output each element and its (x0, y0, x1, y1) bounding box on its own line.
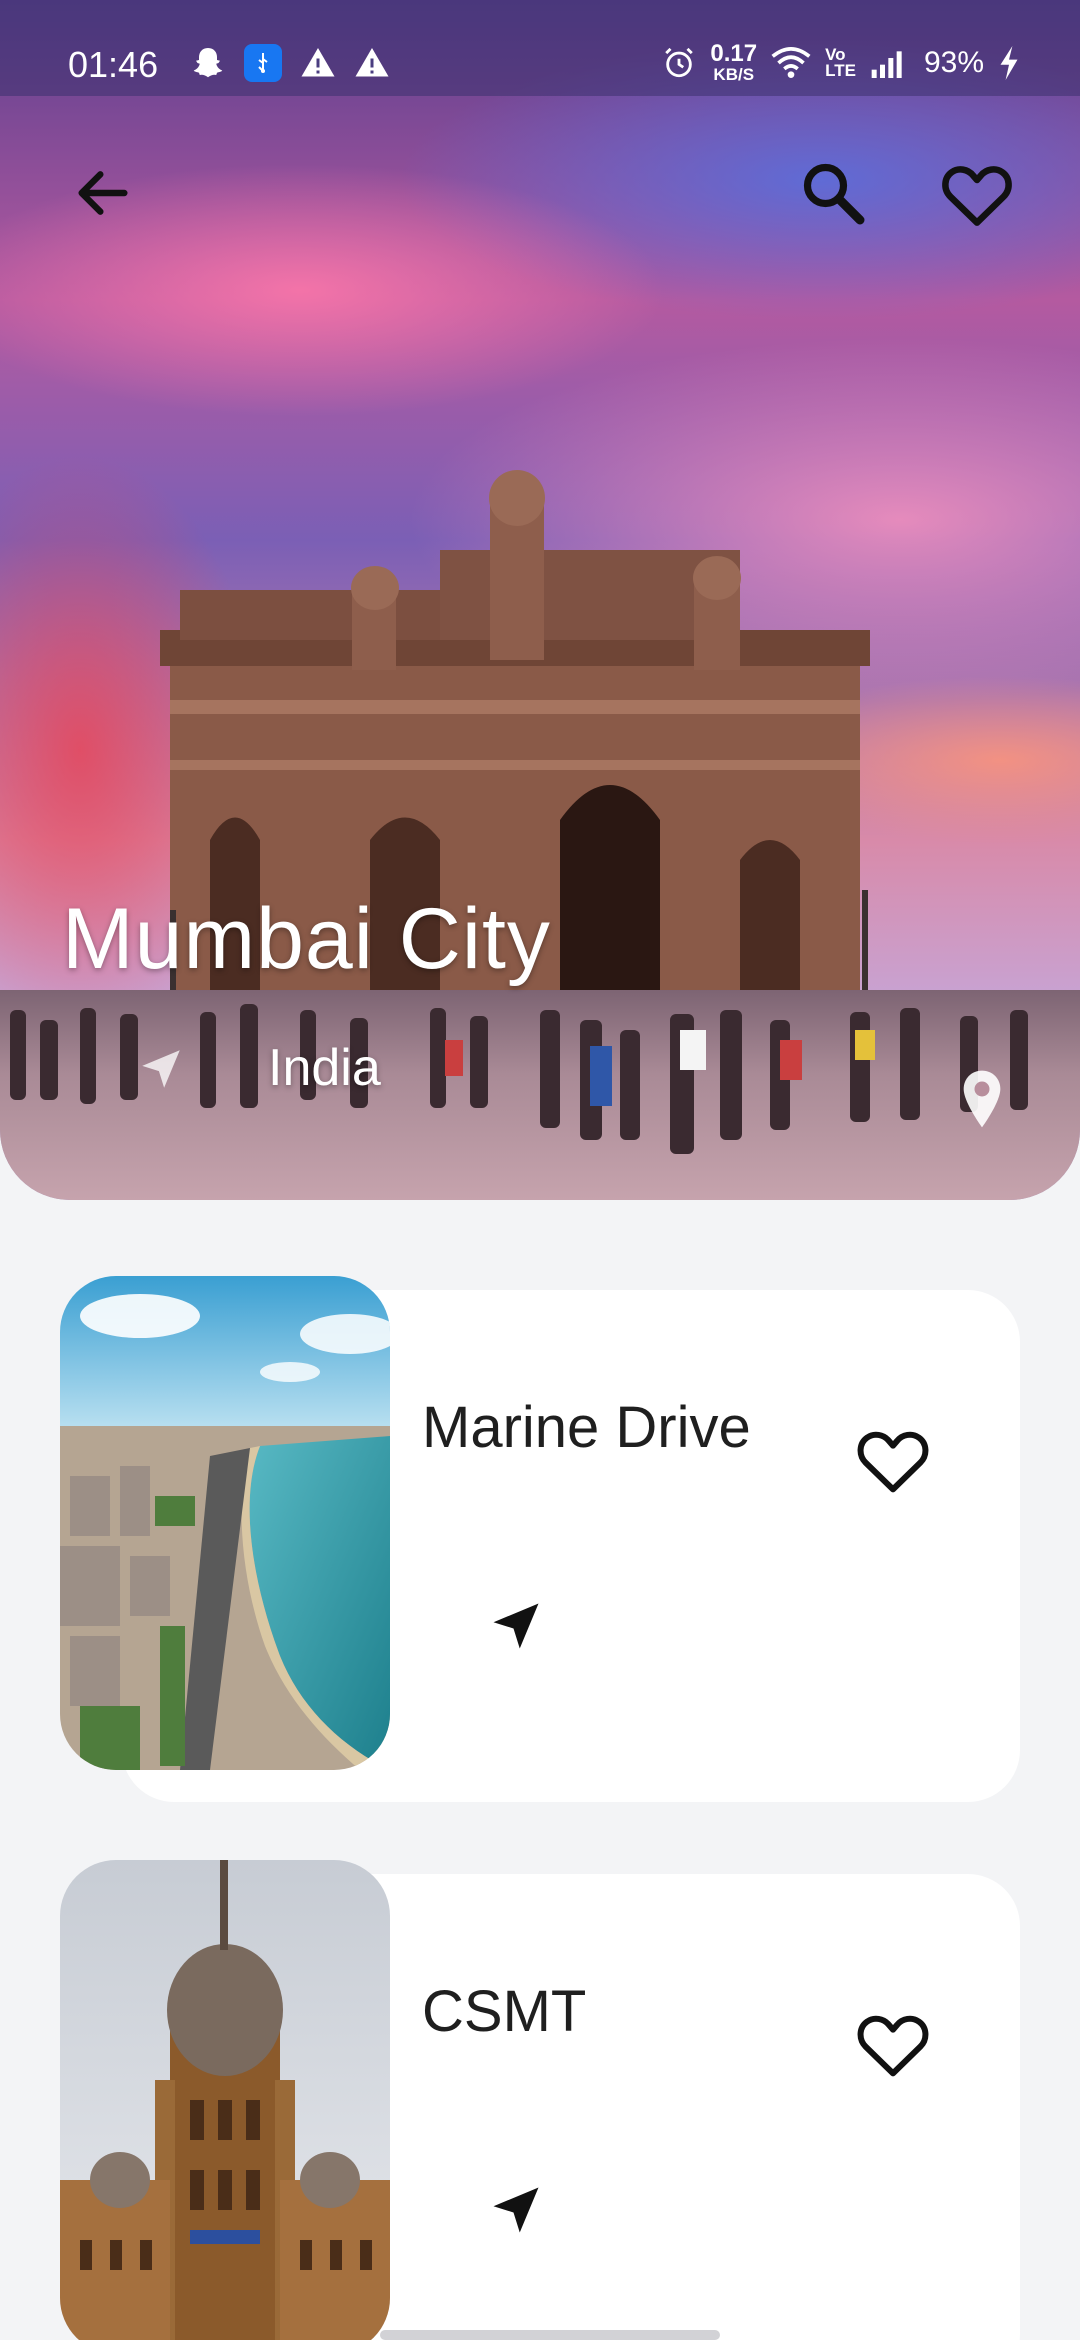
volte-indicator: Vo LTE (825, 46, 856, 80)
hero-banner: Mumbai City India (0, 0, 1080, 1200)
marine-drive-image (60, 1276, 390, 1770)
status-time: 01:46 (68, 44, 159, 85)
wifi-icon (771, 46, 811, 78)
battery-percent: 93% (923, 45, 984, 79)
hero-subtitle: India (268, 1039, 381, 1097)
volte-bottom: LTE (825, 60, 856, 80)
network-speed: 0.17 KB/S (710, 40, 758, 84)
place-card-csmt[interactable]: CSMT (60, 1860, 1020, 2340)
status-indicators: 0.17 KB/S Vo LTE 93% (662, 42, 1020, 83)
arrow-left-icon (78, 171, 128, 215)
warning-icon (301, 48, 335, 77)
navigation-arrow-icon[interactable] (486, 2180, 546, 2240)
scroll-indicator[interactable] (380, 2330, 720, 2340)
usb-icon (244, 44, 282, 82)
heart-icon (857, 2015, 929, 2077)
place-name: Marine Drive (422, 1395, 751, 1460)
place-card-marine-drive[interactable]: Marine Drive (60, 1276, 1020, 1802)
navigation-arrow-icon[interactable] (486, 1596, 546, 1656)
heart-icon (857, 1431, 929, 1493)
snapchat-icon (193, 48, 223, 78)
alarm-icon (665, 47, 694, 77)
favorite-place-button[interactable] (848, 2000, 938, 2090)
back-button[interactable] (58, 148, 148, 238)
signal-icon (871, 50, 902, 78)
heart-icon (942, 166, 1012, 226)
place-name: CSMT (422, 1979, 587, 2044)
navigation-arrow-icon (142, 1050, 180, 1088)
favorite-button[interactable] (932, 150, 1022, 240)
search-icon (803, 163, 865, 225)
network-speed-value: 0.17 (710, 40, 758, 67)
notification-icons (190, 44, 390, 82)
location-pin-icon (963, 1070, 1001, 1128)
charging-icon (1000, 45, 1018, 80)
hero-title: Mumbai City (62, 891, 551, 987)
search-button[interactable] (788, 148, 878, 238)
warning-icon-2 (355, 48, 389, 77)
csmt-image (60, 1860, 390, 2340)
network-speed-unit: KB/S (713, 65, 755, 84)
favorite-place-button[interactable] (848, 1416, 938, 1506)
